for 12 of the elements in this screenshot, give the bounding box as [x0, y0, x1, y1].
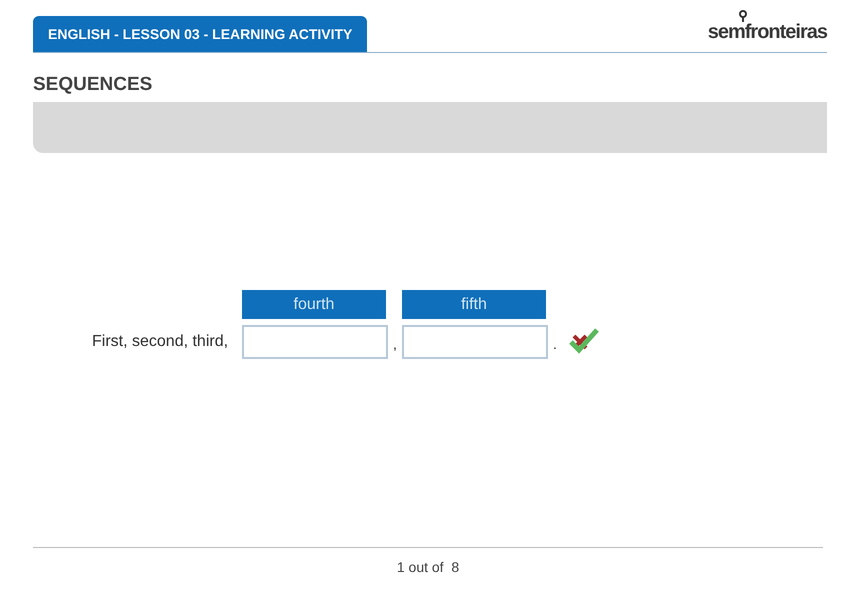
check-answer-icon[interactable]: [568, 326, 600, 354]
section-title: SEQUENCES: [33, 75, 154, 94]
prompt-text: First, second, third,: [92, 332, 230, 352]
separator-text: .: [552, 335, 558, 354]
answer-field[interactable]: [402, 325, 548, 359]
map-pin-icon: [738, 10, 748, 22]
logo-text: semfronteiras: [708, 22, 827, 42]
separator-text: ,: [392, 335, 398, 354]
answer-field[interactable]: [242, 325, 388, 359]
word-tile[interactable]: fifth: [402, 290, 546, 319]
page-counter: 1 out of 8: [396, 558, 460, 577]
word-tile[interactable]: fourth: [242, 290, 386, 319]
